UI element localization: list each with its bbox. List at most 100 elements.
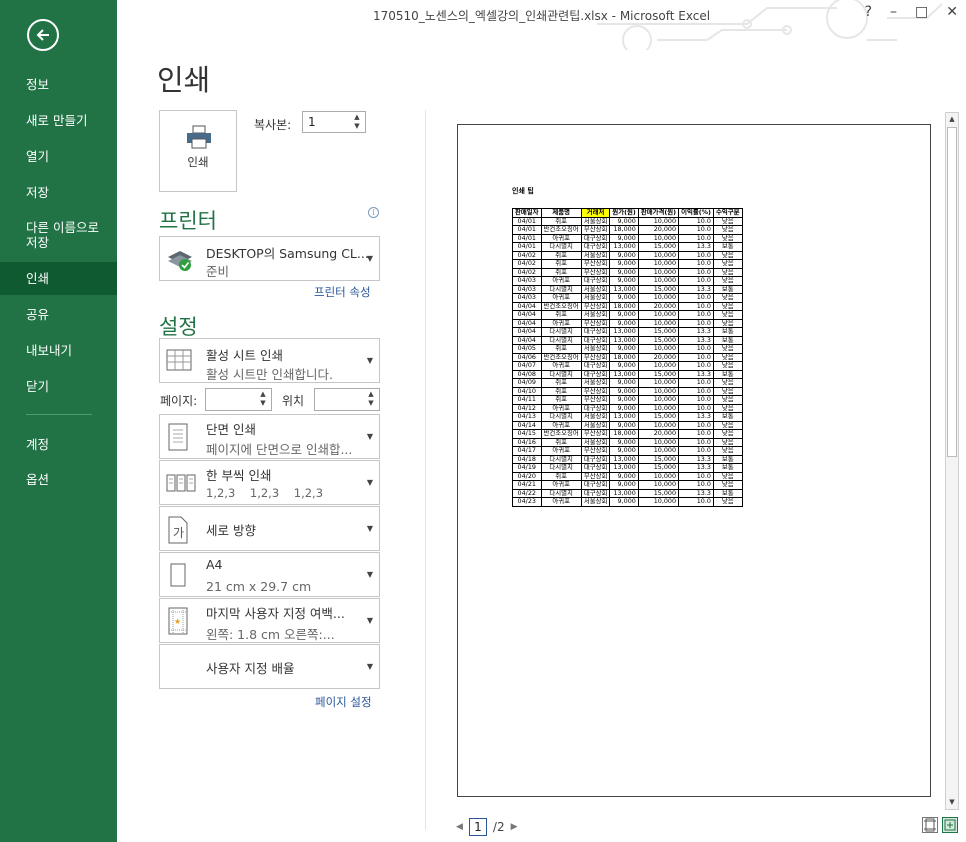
orientation-select[interactable]: 가 세로 방향 ▼	[159, 506, 380, 551]
sheet-grid-icon	[166, 349, 192, 371]
nav-print[interactable]: 인쇄	[0, 262, 117, 295]
scaling-select[interactable]: 사용자 지정 배율 ▼	[159, 644, 380, 689]
nav-new[interactable]: 새로 만들기	[0, 113, 117, 128]
scroll-down-icon[interactable]: ▼	[946, 796, 958, 809]
preview-table-cell: 04/17	[512, 446, 542, 456]
preview-table-cell: 9,000	[609, 497, 639, 507]
current-page-input[interactable]: 1	[468, 818, 487, 836]
preview-table-cell: 04/05	[512, 344, 542, 354]
scroll-thumb[interactable]	[947, 127, 957, 457]
nav-info[interactable]: 정보	[0, 77, 117, 92]
page-setup-link[interactable]: 페이지 설정	[315, 694, 372, 710]
preview-table-cell: 10,000	[637, 471, 680, 481]
pages-to-spinner[interactable]: ▲ ▼	[365, 390, 377, 408]
margins-select[interactable]: ★ 마지막 사용자 지정 여백... 왼쪽: 1.8 cm 오른쪽:... ▼	[159, 598, 380, 643]
nav-save[interactable]: 저장	[0, 185, 117, 200]
preview-table-body: 04/01 쥐포 서울상회 9,000 10,000 10.0 낮음 04/01 반건조오징어 부…	[512, 216, 743, 507]
printer-select[interactable]: DESKTOP의 Samsung CL... 준비 ▼	[159, 236, 380, 281]
preview-header-cell: 이익률(%)	[678, 208, 714, 218]
preview-table-cell: 낮음	[712, 344, 743, 354]
preview-table-cell: 04/16	[512, 437, 542, 447]
chevron-down-icon: ▼	[366, 616, 373, 625]
copies-input[interactable]: 1 ▲ ▼	[302, 111, 366, 133]
preview-table-cell: 보통	[712, 242, 743, 252]
nav-export[interactable]: 내보내기	[0, 343, 117, 358]
prev-page-icon[interactable]: ◀	[456, 822, 463, 832]
preview-table-cell: 9,000	[609, 233, 639, 243]
preview-table-row: 04/04 다시멸치 대구상회 13,000 15,000 13.3 보통	[512, 335, 743, 345]
preview-table-cell: 다시멸치	[540, 369, 582, 379]
preview-table-cell: 9,000	[609, 361, 639, 371]
backstage-sidebar: 정보 새로 만들기 열기 저장 다른 이름으로 저장 인쇄 공유 내보내기 닫기…	[0, 0, 117, 842]
nav-options[interactable]: 옵션	[0, 472, 117, 487]
back-button[interactable]	[27, 19, 59, 51]
preview-table-cell: 10.0	[678, 446, 714, 456]
preview-table-cell: 낮음	[712, 361, 743, 371]
minimize-button[interactable]: –	[890, 4, 897, 20]
preview-table-cell: 낮음	[712, 395, 743, 405]
preview-table-cell: 아귀포	[540, 293, 582, 303]
nav-open[interactable]: 열기	[0, 149, 117, 164]
nav-account[interactable]: 계정	[0, 437, 117, 452]
portrait-icon: 가	[168, 516, 188, 544]
chevron-down-icon: ▼	[366, 478, 373, 487]
preview-table-cell: 서울상회	[580, 293, 611, 303]
preview-table-cell: 04/04	[512, 327, 542, 337]
printer-properties-link[interactable]: 프린터 속성	[314, 284, 371, 300]
preview-table-cell: 04/07	[512, 361, 542, 371]
chevron-down-icon: ▼	[366, 524, 373, 533]
show-margins-icon[interactable]	[922, 817, 938, 833]
preview-table-cell: 반건조오징어	[540, 225, 582, 235]
next-page-icon[interactable]: ▶	[511, 822, 518, 832]
close-button[interactable]: ✕	[946, 4, 958, 20]
preview-table-cell: 낮음	[712, 429, 743, 439]
help-button[interactable]: ?	[865, 4, 872, 20]
nav-close[interactable]: 닫기	[0, 379, 117, 394]
back-arrow-icon	[36, 29, 49, 41]
preview-table-cell: 13.3	[678, 463, 714, 473]
vertical-scrollbar[interactable]: ▲ ▼	[945, 112, 959, 810]
restore-button[interactable]: □	[915, 4, 928, 20]
preview-table-cell: 10,000	[637, 318, 680, 328]
paper-size-select[interactable]: A4 21 cm x 29.7 cm ▼	[159, 552, 380, 597]
preview-table-cell: 10,000	[637, 378, 680, 388]
preview-table-cell: 10.0	[678, 267, 714, 277]
info-icon[interactable]: i	[368, 207, 379, 218]
preview-table-cell: 아귀포	[540, 361, 582, 371]
preview-table-cell: 10.0	[678, 378, 714, 388]
preview-table-cell: 10,000	[637, 480, 680, 490]
copies-spinner[interactable]: ▲ ▼	[351, 113, 363, 131]
preview-table-row: 04/03 아귀포 서울상회 9,000 10,000 10.0 낮음	[512, 293, 743, 303]
preview-table-cell: 04/01	[512, 233, 542, 243]
preview-table-cell: 10.0	[678, 420, 714, 430]
scroll-up-icon[interactable]: ▲	[946, 113, 958, 126]
preview-table-cell: 10,000	[637, 293, 680, 303]
preview-table-cell: 10,000	[637, 276, 680, 286]
preview-table-cell: 04/06	[512, 352, 542, 362]
collate-select[interactable]: 한 부씩 인쇄 1,2,3 1,2,3 1,2,3 ▼	[159, 460, 380, 505]
pages-from-spinner[interactable]: ▲ ▼	[257, 390, 269, 408]
preview-table-cell: 10,000	[637, 497, 680, 507]
preview-table-cell: 10,000	[637, 446, 680, 456]
zoom-to-page-icon[interactable]	[942, 817, 958, 833]
preview-table-row: 04/22 다시멸치 대구상회 13,000 15,000 13.3 보통	[512, 488, 743, 498]
preview-table-cell: 9,000	[609, 250, 639, 260]
preview-table-cell: 낮음	[712, 293, 743, 303]
nav-save-as[interactable]: 다른 이름으로 저장	[0, 220, 117, 250]
preview-table-cell: 13,000	[609, 369, 639, 379]
preview-table-cell: 10.0	[678, 233, 714, 243]
preview-table-cell: 10.0	[678, 403, 714, 413]
nav-share[interactable]: 공유	[0, 307, 117, 322]
preview-table-cell: 대구상회	[580, 242, 611, 252]
preview-table-cell: 13,000	[609, 327, 639, 337]
pages-from-input[interactable]: ▲ ▼	[205, 388, 272, 411]
preview-table-cell: 13.3	[678, 454, 714, 464]
pages-to-input[interactable]: ▲ ▼	[314, 388, 380, 411]
sides-select[interactable]: 단면 인쇄 페이지에 단면으로 인쇄합... ▼	[159, 414, 380, 459]
preview-table-cell: 10.0	[678, 216, 714, 226]
print-what-select[interactable]: 활성 시트 인쇄 활성 시트만 인쇄합니다. ▼	[159, 338, 380, 383]
preview-table-row: 04/05 쥐포 서울상회 9,000 10,000 10.0 낮음	[512, 344, 743, 354]
preview-table-cell: 10.0	[678, 276, 714, 286]
preview-table-cell: 18,000	[609, 225, 639, 235]
print-button[interactable]: 인쇄	[159, 110, 237, 192]
